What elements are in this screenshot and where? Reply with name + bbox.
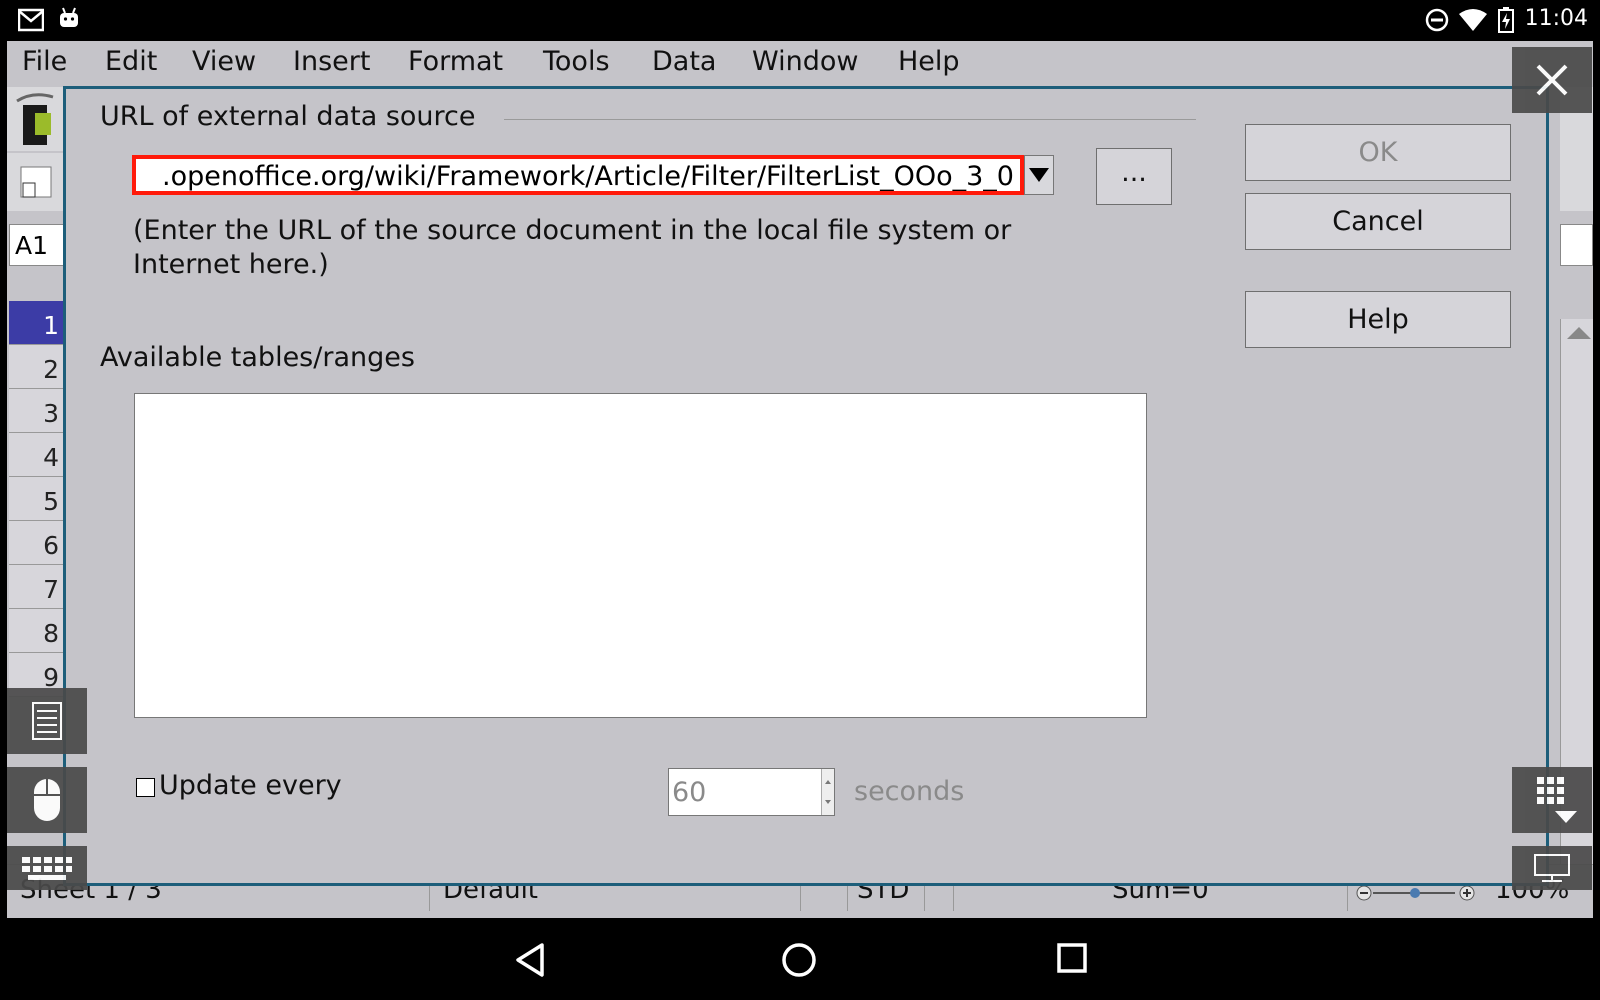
row-header-1[interactable]: 1 (9, 301, 65, 345)
row-header-8[interactable]: 8 (9, 609, 65, 653)
standard-toolbar (7, 87, 67, 151)
back-icon[interactable] (514, 942, 546, 978)
group-separator (504, 119, 1196, 120)
dnd-icon (1425, 8, 1449, 32)
menu-view[interactable]: View (192, 46, 256, 77)
style-icon (20, 166, 52, 198)
grid-icon (1537, 777, 1577, 823)
battery-icon (1498, 7, 1514, 33)
menu-overlay-button[interactable] (7, 688, 87, 754)
grid-overlay-button[interactable] (1512, 767, 1592, 833)
wifi-icon (1458, 8, 1488, 32)
menu-window[interactable]: Window (752, 46, 858, 77)
menu-help[interactable]: Help (898, 46, 960, 77)
zoom-slider[interactable] (1355, 883, 1475, 903)
menu-bar: File Edit View Insert Format Tools Data … (7, 41, 1593, 87)
menu-insert[interactable]: Insert (293, 46, 370, 77)
formatting-toolbar (7, 153, 67, 211)
help-button[interactable]: Help (1245, 291, 1511, 348)
url-input[interactable]: .openoffice.org/wiki/Framework/Article/F… (132, 155, 1024, 195)
external-data-dialog: URL of external data source .openoffice.… (63, 86, 1549, 886)
formula-input[interactable] (1560, 224, 1593, 266)
row-header-3[interactable]: 3 (9, 389, 65, 433)
clock: 11:04 (1524, 6, 1588, 31)
url-input-text: .openoffice.org/wiki/Framework/Article/F… (161, 161, 1014, 192)
menu-tools[interactable]: Tools (543, 46, 610, 77)
tables-list[interactable] (134, 393, 1147, 718)
browse-button[interactable]: ... (1096, 148, 1172, 205)
menu-edit[interactable]: Edit (105, 46, 157, 77)
row-header-5[interactable]: 5 (9, 477, 65, 521)
row-header-2[interactable]: 2 (9, 345, 65, 389)
chevron-down-icon (1029, 168, 1049, 182)
ok-button[interactable]: OK (1245, 124, 1511, 181)
row-header-7[interactable]: 7 (9, 565, 65, 609)
mouse-overlay-button[interactable] (7, 767, 87, 833)
cancel-button[interactable]: Cancel (1245, 193, 1511, 250)
menu-format[interactable]: Format (408, 46, 503, 77)
row-header-4[interactable]: 4 (9, 433, 65, 477)
row-header-6[interactable]: 6 (9, 521, 65, 565)
update-label[interactable]: Update every (159, 770, 342, 801)
close-icon (1536, 64, 1568, 96)
navigation-bar (0, 918, 1600, 1000)
name-box[interactable]: A1 (9, 224, 67, 266)
url-group-label: URL of external data source (100, 101, 476, 132)
home-icon[interactable] (781, 942, 817, 978)
gmail-icon (18, 8, 44, 32)
url-dropdown-button[interactable] (1024, 155, 1054, 195)
tables-label: Available tables/ranges (100, 342, 415, 373)
mouse-icon (34, 779, 60, 821)
monitor-icon (1534, 854, 1570, 882)
recents-icon[interactable] (1056, 942, 1088, 974)
interval-spin-buttons[interactable] (821, 769, 834, 815)
scroll-up-icon[interactable] (1564, 323, 1593, 343)
interval-value: 60 (672, 777, 707, 808)
url-hint-line2: Internet here.) (133, 249, 329, 280)
menu-data[interactable]: Data (652, 46, 716, 77)
update-checkbox[interactable] (136, 778, 155, 797)
interval-spinfield[interactable]: 60 (668, 768, 835, 816)
keyboard-overlay-button[interactable] (7, 846, 87, 890)
menu-file[interactable]: File (22, 46, 67, 77)
menu-list-icon (32, 702, 62, 740)
app-logo-icon (16, 93, 54, 145)
keyboard-icon (22, 857, 72, 880)
url-hint-line1: (Enter the URL of the source document in… (133, 215, 1012, 246)
seconds-label: seconds (854, 776, 965, 807)
android-icon (58, 7, 80, 29)
monitor-overlay-button[interactable] (1512, 846, 1592, 890)
status-bar: 11:04 (0, 0, 1600, 41)
close-overlay-button[interactable] (1512, 47, 1592, 113)
